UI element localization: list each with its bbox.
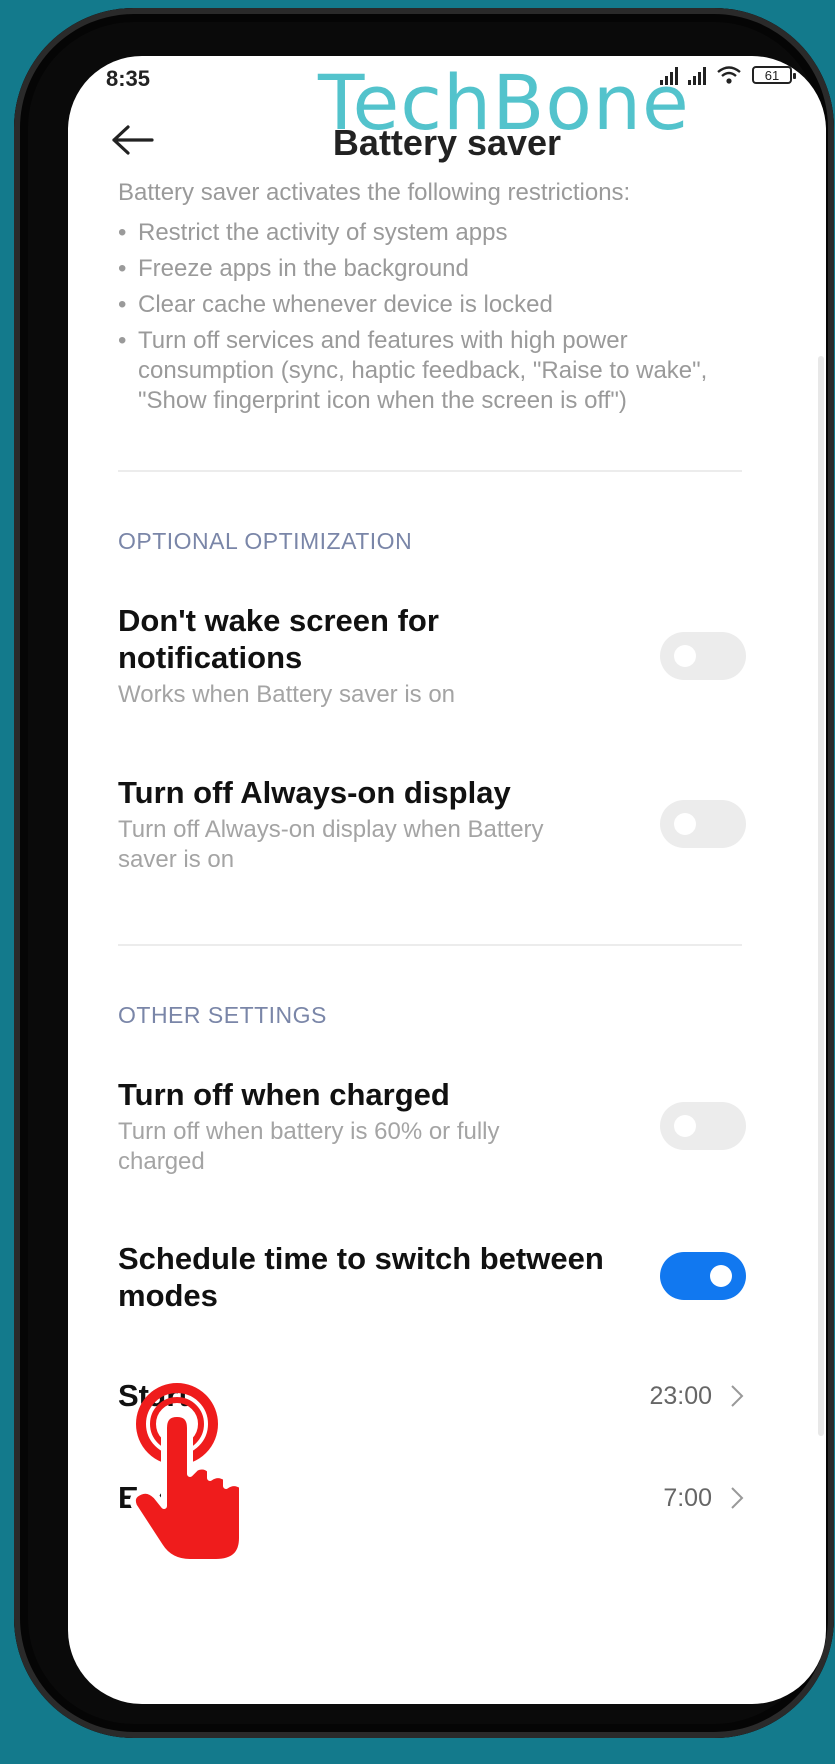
setting-subtitle: Turn off Always-on display when Battery … [118, 816, 544, 873]
wifi-icon [717, 66, 741, 84]
setting-title: Turn off when charged [118, 1077, 450, 1112]
setting-turn-off-aod[interactable]: Turn off Always-on display Turn off Alwa… [118, 774, 746, 875]
chevron-right-icon [731, 1487, 744, 1509]
toggle-turn-off-aod[interactable] [660, 800, 746, 848]
setting-subtitle: Turn off when battery is 60% or fully ch… [118, 1118, 500, 1175]
divider [118, 944, 742, 946]
setting-title: Turn off Always-on display [118, 775, 511, 810]
setting-title: Schedule time to switch between modes [118, 1241, 604, 1313]
page-title: Battery saver [332, 122, 562, 163]
restriction-item: Restrict the activity of system apps [118, 218, 758, 248]
restriction-item: Clear cache whenever device is locked [118, 290, 758, 320]
setting-dont-wake-screen[interactable]: Don't wake screen for notifications Work… [118, 602, 746, 710]
restrictions-description: Battery saver activates the following re… [118, 178, 758, 422]
setting-subtitle: Works when Battery saver is on [118, 681, 456, 708]
restriction-item: Freeze apps in the background [118, 254, 758, 284]
toggle-schedule-modes[interactable] [660, 1252, 746, 1300]
section-header-optional: OPTIONAL OPTIMIZATION [118, 528, 413, 554]
status-time: 8:35 [106, 66, 151, 91]
cellular-signal-2-icon [688, 65, 706, 85]
schedule-start-value: 23:00 [649, 1382, 712, 1410]
tap-hand-icon [130, 1383, 245, 1565]
scrollbar[interactable] [818, 356, 824, 1436]
setting-turn-off-when-charged[interactable]: Turn off when charged Turn off when batt… [118, 1076, 746, 1177]
setting-title: Don't wake screen for notifications [118, 603, 439, 675]
schedule-end-value: 7:00 [663, 1484, 712, 1512]
restrictions-list: Restrict the activity of system apps Fre… [118, 218, 758, 416]
setting-schedule-modes[interactable]: Schedule time to switch between modes [118, 1240, 746, 1314]
toggle-dont-wake-screen[interactable] [660, 632, 746, 680]
section-header-other: OTHER SETTINGS [118, 1002, 327, 1028]
battery-icon: 61 [752, 66, 796, 84]
restrictions-lead: Battery saver activates the following re… [118, 179, 631, 206]
restriction-item: Turn off services and features with high… [118, 326, 758, 416]
chevron-right-icon [731, 1385, 744, 1407]
toggle-turn-off-when-charged[interactable] [660, 1102, 746, 1150]
divider [118, 470, 742, 472]
